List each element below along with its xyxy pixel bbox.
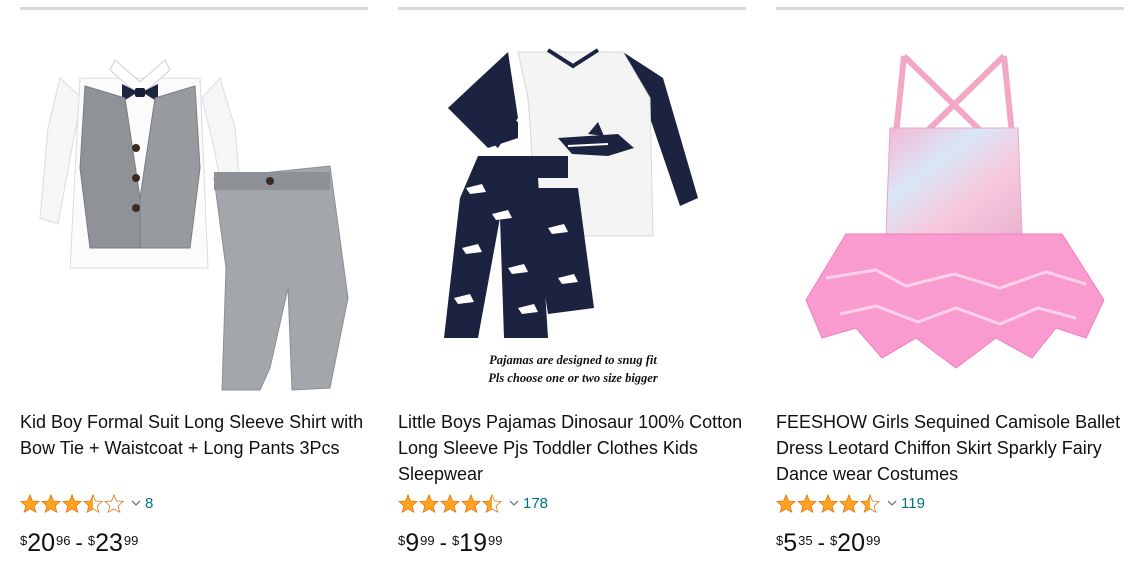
star-rating[interactable]	[398, 493, 503, 513]
price-fraction: 99	[865, 533, 881, 548]
price-whole: 20	[27, 529, 56, 557]
price-separator: -	[75, 530, 83, 555]
price-range: $ 20 96 - $ 23 99	[20, 528, 138, 562]
price-whole: 23	[95, 529, 123, 557]
star-rating[interactable]	[20, 493, 125, 513]
star-icon	[440, 493, 460, 513]
star-icon	[797, 493, 817, 513]
price-fraction: 96	[56, 533, 71, 548]
star-half-icon	[83, 493, 103, 513]
currency-symbol: $	[829, 533, 838, 548]
review-count[interactable]: 119	[901, 495, 925, 512]
price-whole: 19	[459, 529, 487, 557]
pajamas-image: Pajamas are designed to snug fit Pls cho…	[444, 48, 698, 385]
product-image-suit[interactable]	[30, 38, 360, 398]
currency-symbol: $	[776, 533, 784, 548]
image-caption-line2: Pls choose one or two size bigger	[488, 371, 658, 385]
rating[interactable]: 8	[20, 492, 153, 514]
chevron-down-icon[interactable]	[509, 498, 519, 508]
chevron-down-icon[interactable]	[887, 498, 897, 508]
star-icon	[776, 493, 796, 513]
star-icon	[20, 493, 40, 513]
star-half-icon	[860, 493, 880, 513]
product-card: Pajamas are designed to snug fit Pls cho…	[398, 0, 746, 580]
product-card: Kid Boy Formal Suit Long Sleeve Shirt wi…	[20, 0, 368, 580]
price-whole: 20	[837, 529, 865, 557]
price-fraction: 99	[123, 533, 139, 548]
currency-symbol: $	[87, 533, 96, 548]
price-separator: -	[817, 530, 825, 555]
star-half-icon	[482, 493, 502, 513]
price-range: $ 5 35 - $ 20 99	[776, 528, 880, 562]
star-icon	[419, 493, 439, 513]
divider	[398, 7, 746, 10]
dress-image	[805, 53, 1105, 369]
rating[interactable]: 178	[398, 492, 548, 514]
price-separator: -	[439, 530, 447, 555]
currency-symbol: $	[398, 533, 406, 548]
star-icon	[62, 493, 82, 513]
product-image-pajamas[interactable]: Pajamas are designed to snug fit Pls cho…	[408, 38, 738, 398]
product-title[interactable]: Little Boys Pajamas Dinosaur 100% Cotton…	[398, 409, 746, 487]
review-count[interactable]: 178	[523, 495, 548, 512]
price-whole: 9	[405, 529, 420, 557]
product-image-dress[interactable]	[786, 38, 1116, 398]
price-range: $ 9 99 - $ 19 99	[398, 528, 502, 562]
product-title[interactable]: Kid Boy Formal Suit Long Sleeve Shirt wi…	[20, 409, 368, 461]
divider	[776, 7, 1124, 10]
suit-image	[39, 59, 349, 391]
chevron-down-icon[interactable]	[131, 498, 141, 508]
product-title[interactable]: FEESHOW Girls Sequined Camisole Ballet D…	[776, 409, 1124, 487]
rating[interactable]: 119	[776, 492, 925, 514]
star-icon	[839, 493, 859, 513]
currency-symbol: $	[20, 533, 28, 548]
product-card: FEESHOW Girls Sequined Camisole Ballet D…	[776, 0, 1124, 580]
price-fraction: 35	[798, 533, 813, 548]
price-fraction: 99	[420, 533, 435, 548]
divider	[20, 7, 368, 10]
star-empty-icon	[104, 493, 124, 513]
image-caption-line1: Pajamas are designed to snug fit	[489, 353, 657, 367]
star-icon	[398, 493, 418, 513]
star-rating[interactable]	[776, 493, 881, 513]
star-icon	[818, 493, 838, 513]
price-whole: 5	[783, 529, 798, 557]
currency-symbol: $	[451, 533, 460, 548]
star-icon	[41, 493, 61, 513]
review-count[interactable]: 8	[145, 495, 153, 512]
price-fraction: 99	[487, 533, 503, 548]
product-grid: Kid Boy Formal Suit Long Sleeve Shirt wi…	[20, 0, 1124, 580]
star-icon	[461, 493, 481, 513]
